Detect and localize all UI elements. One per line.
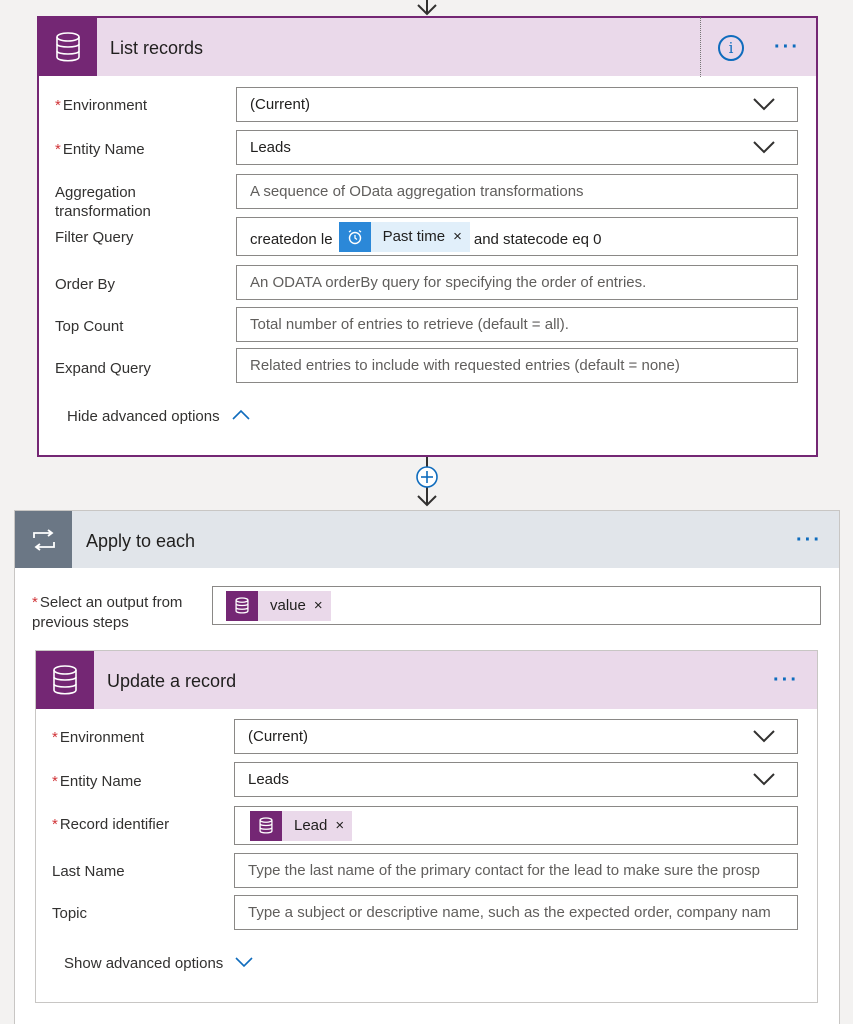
database-icon (36, 651, 94, 709)
remove-token-icon[interactable]: × (314, 597, 331, 614)
card-title: Apply to each (86, 531, 196, 551)
past-time-token[interactable]: Past time × (338, 221, 470, 252)
database-icon (39, 18, 97, 76)
more-options-button[interactable]: ··· (774, 36, 800, 59)
more-options-button[interactable]: ··· (796, 529, 822, 552)
show-advanced-options-button[interactable]: Show advanced options (64, 955, 254, 972)
chevron-down-icon (235, 957, 254, 968)
record-identifier-label: * Record identifier (52, 816, 170, 833)
order-by-label: Order By (55, 276, 116, 293)
environment-dropdown[interactable]: (Current) (234, 719, 798, 754)
hide-advanced-options-button[interactable]: Hide advanced options (67, 408, 250, 425)
chevron-up-icon (232, 409, 250, 420)
update-record-card: Update a record ··· * Environment (Curren… (35, 650, 818, 1003)
entity-name-dropdown[interactable]: Leads (236, 130, 798, 165)
select-output-input[interactable]: value × (212, 586, 821, 625)
last-name-label: Last Name (52, 863, 125, 880)
topic-input[interactable]: Type a subject or descriptive name, such… (234, 895, 798, 930)
remove-token-icon[interactable]: × (453, 228, 470, 245)
entity-name-dropdown[interactable]: Leads (234, 762, 798, 797)
filter-query-label: Filter Query (55, 229, 134, 246)
list-records-header[interactable]: List records i ··· (39, 17, 816, 77)
chevron-down-icon (753, 773, 775, 786)
more-options-button[interactable]: ··· (773, 669, 799, 692)
aggregation-input[interactable]: A sequence of OData aggregation transfor… (236, 174, 798, 209)
arrow-down-icon (417, 0, 437, 16)
topic-label: Topic (52, 905, 88, 922)
update-record-header[interactable]: Update a record ··· (36, 651, 817, 709)
expand-query-label: Expand Query (55, 360, 151, 377)
record-identifier-input[interactable]: Lead × (234, 806, 798, 845)
apply-to-each-header[interactable]: Apply to each ··· (15, 511, 839, 568)
info-icon[interactable]: i (718, 35, 744, 61)
top-count-input[interactable]: Total number of entries to retrieve (def… (236, 307, 798, 342)
expand-query-input[interactable]: Related entries to include with requeste… (236, 348, 798, 383)
chevron-down-icon (753, 141, 775, 154)
entity-name-label: * Entity Name (55, 141, 145, 158)
value-token[interactable]: value × (226, 590, 331, 621)
alarm-clock-icon (338, 221, 371, 252)
card-title: List records (110, 38, 204, 58)
environment-dropdown[interactable]: (Current) (236, 87, 798, 122)
remove-token-icon[interactable]: × (335, 817, 352, 834)
database-icon (250, 810, 282, 841)
add-step-connector[interactable] (413, 457, 441, 510)
select-output-label: * Select an output from previous steps (32, 594, 183, 631)
database-icon (226, 590, 258, 621)
environment-label: * Environment (52, 729, 145, 746)
chevron-down-icon (753, 730, 775, 743)
loop-icon (15, 511, 72, 568)
top-count-label: Top Count (55, 318, 124, 335)
list-records-card: List records i ··· * Environment (Current… (37, 16, 818, 457)
chevron-down-icon (753, 98, 775, 111)
order-by-input[interactable]: An ODATA orderBy query for specifying th… (236, 265, 798, 300)
lead-token[interactable]: Lead × (250, 810, 353, 841)
environment-label: * Environment (55, 97, 148, 114)
filter-query-input[interactable]: createdon le Past time × and statecode e… (236, 217, 798, 256)
entity-name-label: * Entity Name (52, 773, 142, 790)
aggregation-label: Aggregation transformation (55, 184, 151, 220)
card-title: Update a record (107, 671, 237, 691)
last-name-input[interactable]: Type the last name of the primary contac… (234, 853, 798, 888)
